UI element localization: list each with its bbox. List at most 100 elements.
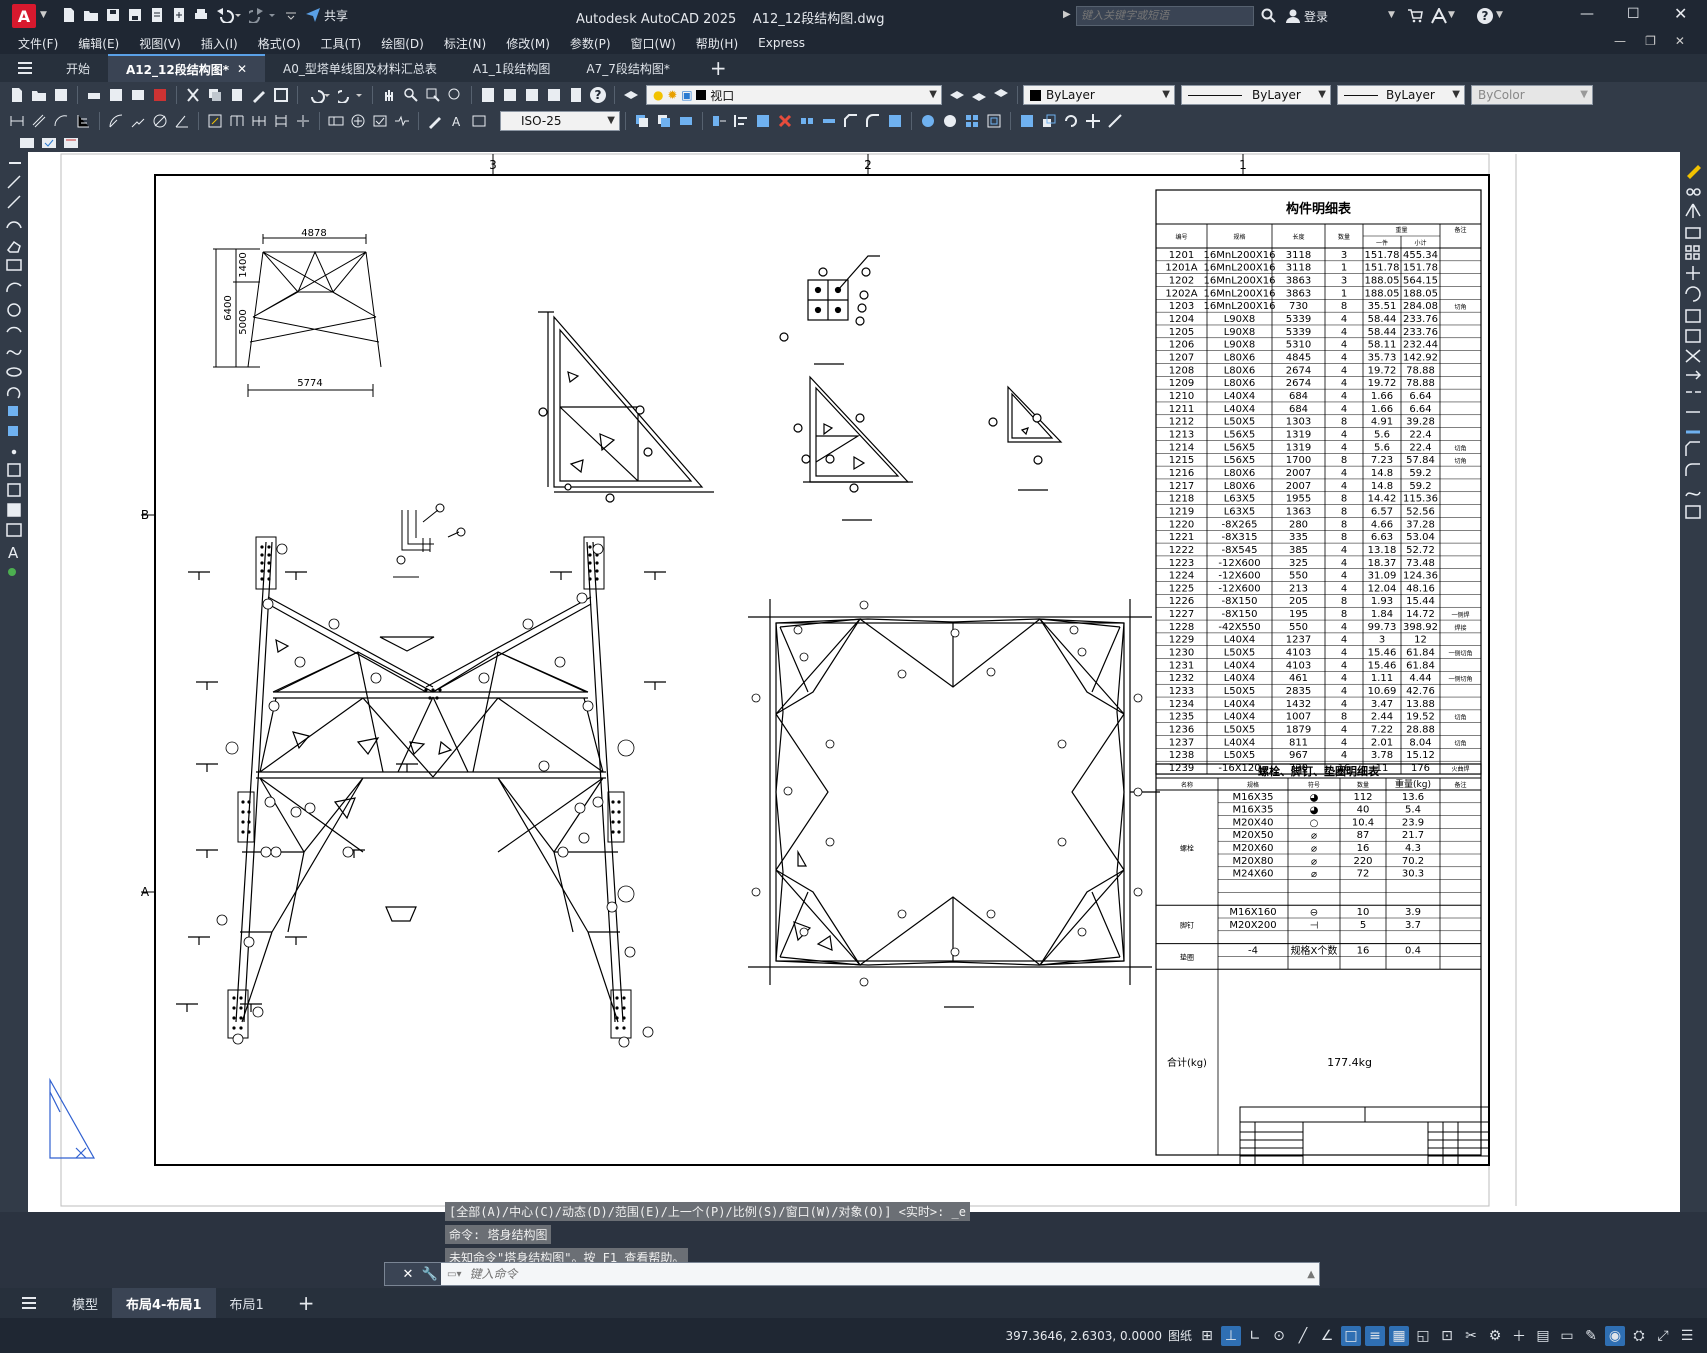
inspection-icon[interactable] xyxy=(371,112,389,130)
doc-tab[interactable]: A0_型塔单线图及材料汇总表 xyxy=(265,54,455,82)
doc-close-button[interactable]: ✕ xyxy=(1675,34,1685,48)
plot-icon[interactable] xyxy=(85,86,103,104)
pan-icon[interactable] xyxy=(380,86,398,104)
command-scroll-icon[interactable]: ▲ xyxy=(1307,1269,1315,1280)
object-snap-tracking-icon[interactable]: ∠ xyxy=(1317,1326,1337,1346)
trim-icon[interactable] xyxy=(1106,112,1124,130)
doc-tab[interactable]: A12_12段结构图* ✕ xyxy=(108,54,266,82)
sheet-set-icon[interactable] xyxy=(545,86,563,104)
plot-icon[interactable] xyxy=(192,6,210,24)
menu-item[interactable]: 编辑(E) xyxy=(68,35,129,52)
search-input[interactable] xyxy=(1076,6,1254,26)
edit-attribute-icon[interactable] xyxy=(18,134,36,152)
offset-icon[interactable] xyxy=(985,112,1003,130)
copy-icon[interactable] xyxy=(206,86,224,104)
annotation-scale-icon[interactable]: ✂ xyxy=(1461,1326,1481,1346)
save-as-icon[interactable] xyxy=(126,6,144,24)
polar-tracking-icon[interactable]: ⊙ xyxy=(1269,1326,1289,1346)
rotate-icon[interactable] xyxy=(1062,112,1080,130)
break-icon[interactable] xyxy=(798,112,816,130)
ungroup-icon[interactable] xyxy=(941,112,959,130)
jogged-dim-icon[interactable] xyxy=(129,112,147,130)
help-icon[interactable]: ? xyxy=(1476,7,1494,25)
insert-block-icon[interactable] xyxy=(1018,112,1036,130)
drawing-canvas[interactable]: 3 2 1 B A 4878 5774 1400 6400 5000 构件明细表… xyxy=(28,152,1680,1212)
search-expand-icon[interactable]: ▶ xyxy=(1063,9,1071,20)
customize-qat-icon[interactable] xyxy=(282,6,300,24)
block-editor-icon[interactable] xyxy=(272,86,290,104)
dynamic-ucs-icon[interactable]: ⊡ xyxy=(1437,1326,1457,1346)
units-icon[interactable]: ▤ xyxy=(1533,1326,1553,1346)
layout-menu-icon[interactable] xyxy=(20,1294,38,1312)
layer-previous-icon[interactable] xyxy=(970,86,988,104)
recent-commands-icon[interactable]: ▭▾ xyxy=(447,1269,461,1280)
save-web-icon[interactable] xyxy=(170,6,188,24)
autocad-logo[interactable]: A xyxy=(12,4,36,28)
hardware-acceleration-icon[interactable]: ▭ xyxy=(1557,1326,1577,1346)
angular-dim-icon[interactable] xyxy=(173,112,191,130)
jogged-linear-icon[interactable] xyxy=(393,112,411,130)
open-web-icon[interactable] xyxy=(148,6,166,24)
erase-icon[interactable] xyxy=(776,112,794,130)
tool-palettes-icon[interactable] xyxy=(523,86,541,104)
snap-icon[interactable]: ⊥ xyxy=(1221,1325,1241,1346)
scale-icon[interactable] xyxy=(1040,112,1058,130)
workspace-switch-icon[interactable]: ⚙ xyxy=(1485,1326,1505,1346)
menu-item[interactable]: 绘图(D) xyxy=(371,35,434,52)
chamfer-icon[interactable] xyxy=(842,112,860,130)
menu-item[interactable]: 插入(I) xyxy=(191,35,248,52)
menu-item[interactable]: Express xyxy=(748,36,815,50)
layer-properties-icon[interactable] xyxy=(622,86,640,104)
autodesk-app-icon[interactable] xyxy=(1430,7,1448,25)
align-icon[interactable] xyxy=(732,112,750,130)
selection-cycling-icon[interactable]: ◱ xyxy=(1413,1326,1433,1346)
array-icon[interactable] xyxy=(963,112,981,130)
dimstyle-dropdown[interactable]: ISO-25 ▼ xyxy=(500,111,620,131)
doc-tab[interactable]: A1_1段结构图 xyxy=(455,54,568,82)
menu-item[interactable]: 标注(N) xyxy=(434,35,496,52)
app-menu-chevron-icon[interactable]: ▼ xyxy=(40,10,47,20)
clean-screen-icon[interactable]: ◉ xyxy=(1605,1325,1625,1346)
login-chevron-icon[interactable]: ▼ xyxy=(1388,10,1395,20)
join-icon[interactable] xyxy=(820,112,838,130)
layer-state-icon[interactable] xyxy=(992,86,1010,104)
minimize-button[interactable]: — xyxy=(1580,6,1594,22)
block-attribute-icon[interactable] xyxy=(40,134,58,152)
linear-dim-icon[interactable] xyxy=(8,112,26,130)
lengthen-icon[interactable] xyxy=(754,112,772,130)
lineweight-dropdown[interactable]: ByLayer ▼ xyxy=(1337,85,1465,105)
grid-icon[interactable]: ⊞ xyxy=(1197,1326,1217,1346)
login-label[interactable]: 登录 xyxy=(1304,8,1328,25)
make-current-layer-icon[interactable] xyxy=(948,86,966,104)
doc-restore-button[interactable]: ❐ xyxy=(1645,34,1656,48)
layout-tab[interactable]: 布局1 xyxy=(216,1288,278,1318)
new-icon[interactable] xyxy=(8,86,26,104)
isodraft-icon[interactable]: ╱ xyxy=(1293,1326,1313,1346)
annotation-monitor-icon[interactable]: ＋ xyxy=(1509,1326,1529,1346)
layout-tab[interactable]: 模型 xyxy=(58,1288,112,1318)
copy-modify-icon[interactable] xyxy=(633,112,651,130)
coordinates-readout[interactable]: 397.3646, 2.6303, 0.0000 xyxy=(1005,1329,1162,1343)
menu-item[interactable]: 窗口(W) xyxy=(621,35,686,52)
menu-item[interactable]: 格式(O) xyxy=(248,35,311,52)
menu-item[interactable]: 帮助(H) xyxy=(686,35,748,52)
dim-text-edit-icon[interactable]: A xyxy=(448,112,466,130)
tolerance-icon[interactable] xyxy=(327,112,345,130)
dim-space-icon[interactable] xyxy=(272,112,290,130)
menu-item[interactable]: 视图(V) xyxy=(129,35,191,52)
doc-minimize-button[interactable]: — xyxy=(1614,34,1626,48)
cart-icon[interactable] xyxy=(1406,7,1424,25)
command-line-grip[interactable] xyxy=(385,1263,397,1285)
aligned-dim-icon[interactable] xyxy=(30,112,48,130)
publish-icon[interactable] xyxy=(129,86,147,104)
plot-preview-icon[interactable] xyxy=(107,86,125,104)
object-snap-icon[interactable]: □ xyxy=(1341,1325,1361,1346)
status-menu-icon[interactable]: ☰ xyxy=(1677,1326,1697,1346)
center-mark-icon[interactable] xyxy=(349,112,367,130)
open-icon[interactable] xyxy=(30,86,48,104)
dim-break-icon[interactable] xyxy=(294,112,312,130)
zoom-realtime-icon[interactable] xyxy=(402,86,420,104)
redo-icon[interactable] xyxy=(337,86,365,104)
user-icon[interactable] xyxy=(1284,7,1302,25)
customize-command-icon[interactable]: 🔧 xyxy=(419,1263,441,1285)
